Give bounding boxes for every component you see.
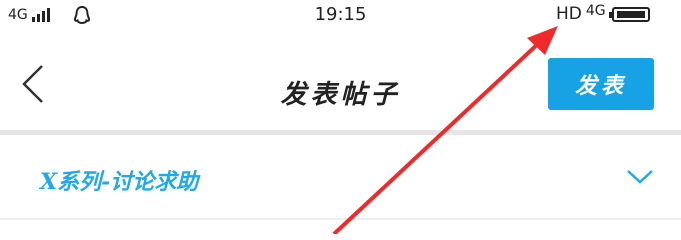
- publish-button-label: 发表: [574, 73, 627, 99]
- nav-bar: 发表帖子 发表: [0, 34, 681, 130]
- category-label: X系列-讨论求助: [40, 169, 199, 195]
- network-type-right: 4G: [585, 3, 606, 19]
- status-right: HD 4G: [556, 3, 650, 24]
- battery-icon: [608, 6, 650, 22]
- row-divider: [0, 218, 681, 220]
- publish-button[interactable]: 发表: [548, 58, 654, 110]
- status-bar: 4G 19:15 HD 4G: [0, 0, 681, 34]
- category-selector[interactable]: X系列-讨论求助: [0, 135, 681, 219]
- hd-indicator: HD: [556, 4, 582, 24]
- chevron-down-icon[interactable]: [626, 169, 654, 185]
